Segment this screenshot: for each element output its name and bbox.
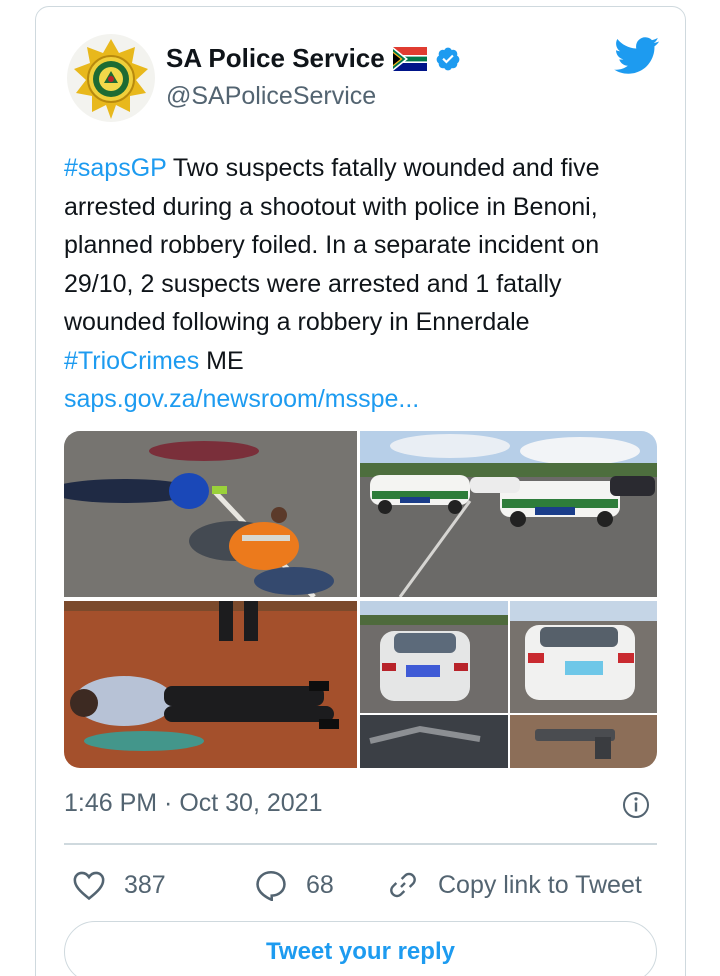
author-display-name[interactable]: SA Police Service: [166, 43, 385, 74]
divider: [64, 843, 657, 845]
author-handle[interactable]: @SAPoliceService: [166, 82, 376, 111]
tweet-timestamp[interactable]: 1:46 PM · Oct 30, 2021: [64, 789, 322, 818]
hashtag-triocrimes[interactable]: #TrioCrimes: [64, 347, 199, 375]
copy-link-button[interactable]: Copy link to Tweet: [386, 863, 642, 907]
media-image-suspects-on-road[interactable]: [64, 431, 357, 597]
media-grid: [64, 431, 657, 768]
hashtag-sapsgp[interactable]: #sapsGP: [64, 154, 166, 182]
info-icon[interactable]: [622, 791, 650, 819]
tweet-card: SA Police Service @SAPoliceService #saps…: [35, 6, 686, 976]
south-africa-flag-icon: [392, 46, 427, 71]
tweet-your-reply-button[interactable]: Tweet your reply: [64, 921, 657, 976]
media-image-suspect-on-ground[interactable]: [64, 601, 357, 768]
tweet-body-part2: ME: [199, 346, 244, 375]
tweet-link[interactable]: saps.gov.za/newsroom/msspe...: [64, 385, 419, 413]
tweet-text: #sapsGP Two suspects fatally wounded and…: [64, 149, 664, 419]
heart-icon: [73, 871, 105, 901]
link-icon: [390, 872, 416, 898]
media-image-police-vehicles[interactable]: [360, 431, 657, 597]
like-button[interactable]: 387: [72, 863, 166, 907]
tweet-actions-bar: 387 68 Copy link to Tweet: [64, 863, 664, 907]
media-image-cars-and-firearms[interactable]: [360, 601, 657, 768]
verified-badge-icon: [435, 46, 461, 72]
reply-button[interactable]: 68: [254, 863, 334, 907]
reply-bubble-icon: [256, 870, 286, 901]
reply-count: 68: [306, 870, 334, 899]
twitter-bird-icon[interactable]: [614, 37, 660, 75]
copy-link-label: Copy link to Tweet: [438, 870, 642, 899]
author-name-row[interactable]: SA Police Service: [166, 43, 461, 74]
saps-badge-icon[interactable]: [66, 33, 156, 123]
like-count: 387: [124, 870, 166, 899]
